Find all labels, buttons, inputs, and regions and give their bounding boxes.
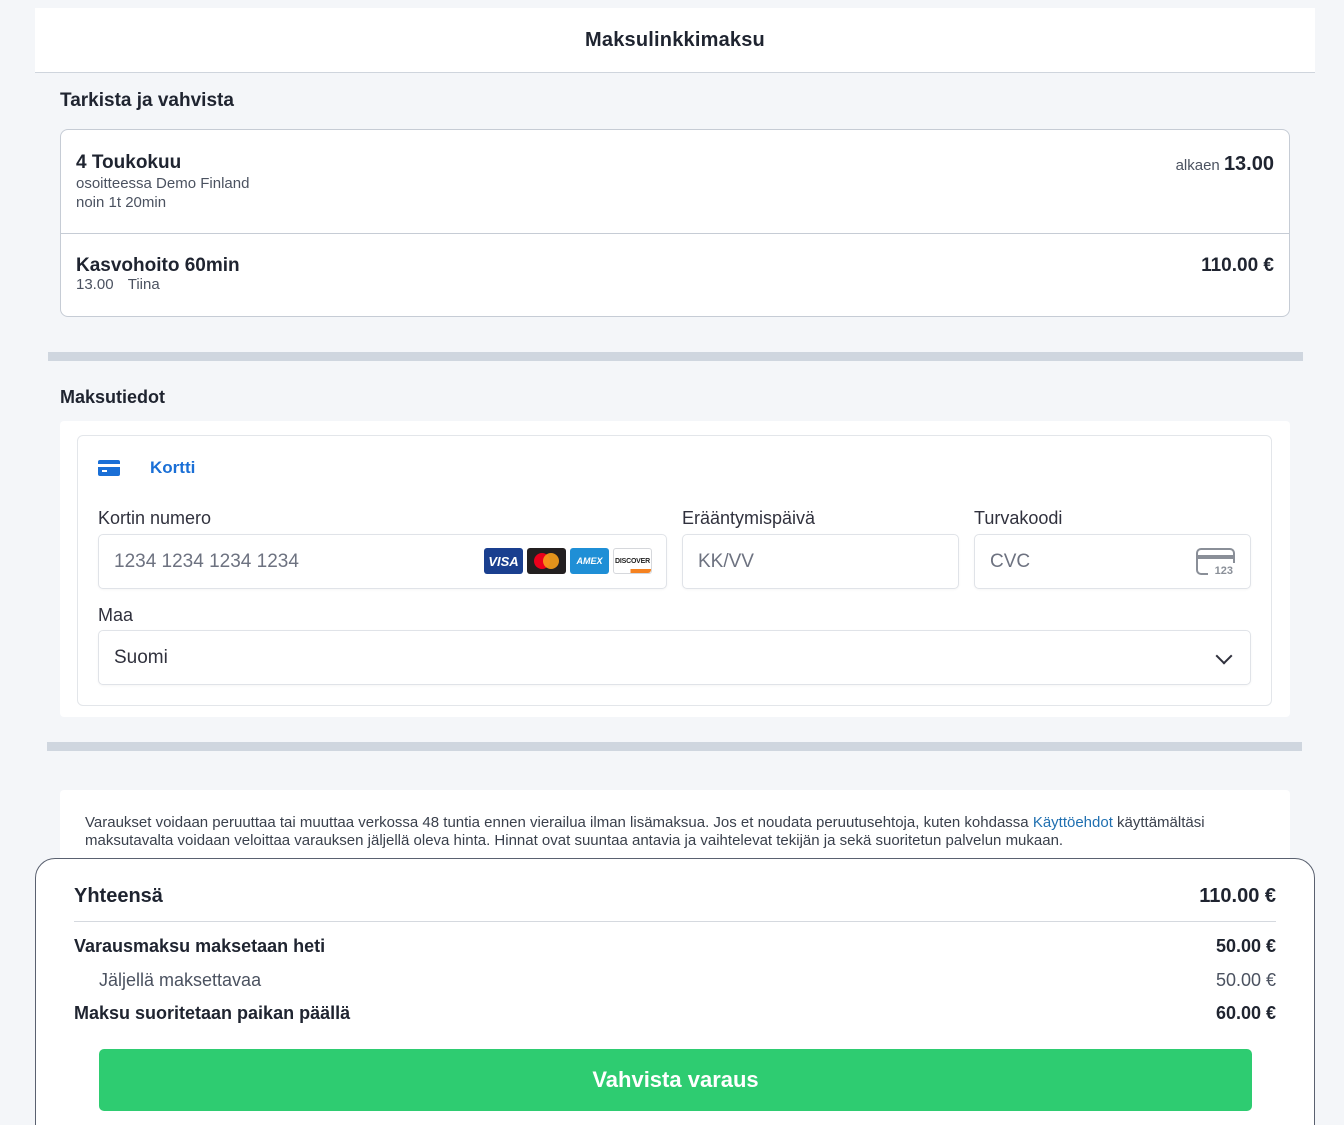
- service-staff: Tiina: [127, 276, 160, 293]
- total-row: Yhteensä 110.00 €: [74, 885, 1276, 908]
- terms-text-part1: Varaukset voidaan peruuttaa tai muuttaa …: [85, 814, 1033, 831]
- booking-duration: noin 1t 20min: [76, 194, 167, 211]
- deposit-row: Varausmaksu maksetaan heti 50.00 €: [74, 936, 1276, 957]
- booking-start-time: alkaen 13.00: [1176, 153, 1274, 176]
- service-name: Kasvohoito 60min: [76, 255, 240, 276]
- amex-icon: AMEX: [570, 548, 609, 574]
- totals-panel: Yhteensä 110.00 € Varausmaksu maksetaan …: [35, 858, 1315, 1125]
- page-title: Maksulinkkimaksu: [585, 28, 765, 51]
- cvc-placeholder: CVC: [990, 550, 1031, 572]
- service-time: 13.00: [76, 276, 114, 293]
- payment-card: Kortti Kortin numero 1234 1234 1234 1234…: [60, 421, 1290, 717]
- booking-summary-card: 4 Toukokuu osoitteessa Demo Finland noin…: [60, 129, 1290, 317]
- discover-icon: DISCOVER: [613, 548, 652, 574]
- totals-divider: [74, 921, 1276, 922]
- payment-method-tab[interactable]: Kortti: [98, 458, 195, 478]
- onsite-row: Maksu suoritetaan paikan päällä 60.00 €: [74, 1003, 1276, 1024]
- start-time-prefix: alkaen: [1175, 157, 1220, 174]
- booking-date: 4 Toukokuu: [76, 152, 182, 173]
- card-number-placeholder: 1234 1234 1234 1234: [114, 550, 299, 572]
- remaining-row: Jäljellä maksettavaa 50.00 €: [74, 970, 1276, 991]
- cvc-input[interactable]: CVC 123: [974, 534, 1251, 589]
- card-payment-form: Kortti Kortin numero 1234 1234 1234 1234…: [77, 435, 1272, 706]
- chevron-down-icon: [1215, 647, 1233, 665]
- review-section-title: Tarkista ja vahvista: [60, 90, 234, 111]
- total-value: 110.00 €: [1199, 885, 1276, 907]
- country-value: Suomi: [114, 646, 168, 668]
- expiry-label: Erääntymispäivä: [682, 508, 816, 528]
- terms-link[interactable]: Käyttöehdot: [1033, 814, 1113, 831]
- terms-text: Varaukset voidaan peruuttaa tai muuttaa …: [85, 814, 1265, 850]
- payment-method-label: Kortti: [150, 458, 196, 477]
- onsite-value: 60.00 €: [1215, 1003, 1276, 1023]
- section-divider: [48, 352, 1303, 361]
- total-label: Yhteensä: [74, 885, 163, 907]
- deposit-value: 50.00 €: [1215, 936, 1276, 956]
- cvc-card-icon: 123: [1196, 548, 1235, 576]
- expiry-input[interactable]: KK/VV: [682, 534, 959, 589]
- deposit-label: Varausmaksu maksetaan heti: [74, 936, 326, 956]
- confirm-booking-button[interactable]: Vahvista varaus: [99, 1049, 1252, 1111]
- remaining-value: 50.00 €: [1215, 970, 1276, 990]
- credit-card-icon: [98, 460, 120, 476]
- start-time-value: 13.00: [1223, 153, 1274, 175]
- booking-date-row: 4 Toukokuu osoitteessa Demo Finland noin…: [61, 130, 1289, 234]
- payment-page: Maksulinkkimaksu Tarkista ja vahvista 4 …: [35, 8, 1315, 1125]
- card-brands: VISA AMEX DISCOVER: [484, 548, 652, 574]
- card-number-input[interactable]: 1234 1234 1234 1234 VISA AMEX DISCOVER: [98, 534, 667, 589]
- page-header: Maksulinkkimaksu: [35, 8, 1315, 73]
- visa-icon: VISA: [484, 548, 523, 574]
- payment-section-title: Maksutiedot: [60, 387, 166, 407]
- service-price: 110.00 €: [1201, 255, 1274, 276]
- service-meta: 13.00 Tiina: [76, 276, 160, 293]
- section-divider: [47, 742, 1302, 751]
- svg-text:123: 123: [1215, 565, 1233, 576]
- country-label: Maa: [98, 605, 134, 625]
- card-number-label: Kortin numero: [98, 508, 212, 528]
- onsite-label: Maksu suoritetaan paikan päällä: [74, 1003, 351, 1023]
- booking-location: osoitteessa Demo Finland: [76, 175, 250, 192]
- cvc-label: Turvakoodi: [974, 508, 1063, 528]
- country-select[interactable]: Suomi: [98, 630, 1251, 685]
- expiry-placeholder: KK/VV: [698, 550, 754, 572]
- remaining-label: Jäljellä maksettavaa: [99, 970, 262, 990]
- mastercard-icon: [527, 548, 566, 574]
